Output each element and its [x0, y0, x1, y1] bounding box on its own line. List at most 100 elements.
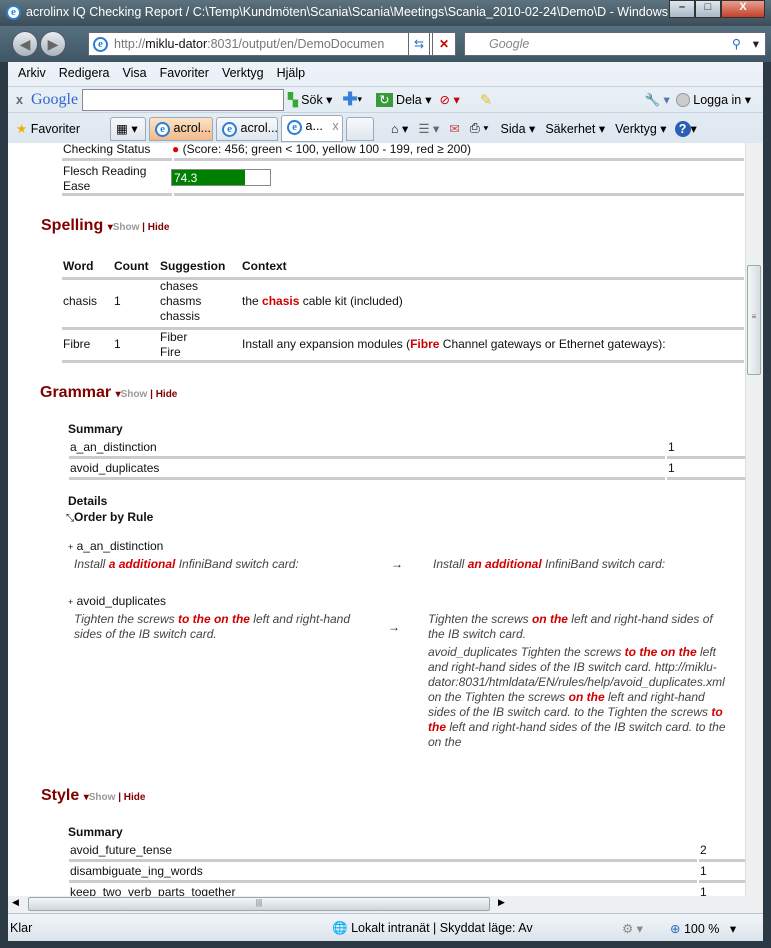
sort-icon: ⤡ — [66, 513, 74, 524]
show-link[interactable]: Show — [121, 389, 148, 400]
search-icon[interactable]: ⚲ — [732, 36, 741, 51]
home-icon[interactable]: ⌂ ▾ — [391, 121, 408, 136]
quick-tabs-button[interactable]: ▦ ▾ — [110, 116, 147, 141]
zone-indicator[interactable]: 🌐 Lokalt intranät | Skyddat läge: Av — [332, 921, 533, 936]
divider — [699, 859, 745, 862]
rule-a-an-distinction[interactable]: + a_an_distinction — [68, 539, 163, 553]
summary-rule[interactable]: avoid_future_tense — [70, 843, 172, 857]
text-segment: Tighten the screws — [74, 612, 178, 626]
summary-rule[interactable]: disambiguate_ing_words — [70, 864, 203, 878]
divider — [667, 477, 745, 480]
show-link[interactable]: Show — [113, 222, 140, 233]
share-label: Dela — [396, 93, 422, 107]
minimize-button[interactable]: – — [669, 0, 695, 18]
url-prefix: http:// — [114, 37, 146, 51]
highlighter-icon[interactable]: ✎ — [480, 91, 493, 109]
hide-link[interactable]: Hide — [148, 222, 170, 233]
hide-link[interactable]: Hide — [156, 389, 178, 400]
forward-button[interactable]: ▶ — [40, 31, 66, 57]
address-bar[interactable]: e http://miklu-dator:8031/output/en/Demo… — [88, 32, 456, 56]
menu-sida[interactable]: Sida ▾ — [501, 121, 536, 136]
rule-avoid-duplicates[interactable]: + avoid_duplicates — [68, 594, 166, 608]
favorites-button[interactable]: ★ Favoriter — [16, 121, 80, 136]
hide-link[interactable]: Hide — [124, 792, 146, 803]
stop-icon[interactable]: ✕ — [432, 32, 456, 56]
col-count: Count — [114, 259, 149, 273]
original-sentence: Tighten the screws to the on the left an… — [74, 612, 364, 642]
back-button[interactable]: ◀ — [12, 31, 38, 57]
page-icon: e — [93, 36, 108, 52]
horizontal-scrollbar[interactable]: ◀ ||| ▶ — [8, 896, 763, 913]
divider — [62, 193, 172, 196]
protected-mode-icon[interactable]: ⚙ ▾ — [622, 921, 643, 936]
divider — [69, 456, 665, 459]
tab-3-active[interactable]: e a... x — [281, 115, 344, 142]
summary-rule[interactable]: a_an_distinction — [70, 440, 157, 454]
feeds-icon[interactable]: ☰ ▾ — [418, 121, 439, 136]
menu-favoriter[interactable]: Favoriter — [160, 66, 209, 84]
help-icon[interactable]: ? — [674, 120, 691, 137]
order-by-rule-link[interactable]: ⤡Order by Rule — [66, 510, 153, 524]
menu-sakerhet[interactable]: Säkerhet ▾ — [545, 121, 605, 136]
order-label: Order by Rule — [74, 510, 154, 524]
tab-1[interactable]: e acrol... — [149, 116, 214, 141]
arrow-icon: → — [388, 620, 400, 634]
text-segment: the — [242, 294, 263, 308]
menu-verktyg[interactable]: Verktyg — [222, 66, 264, 84]
menu-verktyg-tools[interactable]: Verktyg ▾ — [615, 121, 666, 136]
menu-hjalp[interactable]: Hjälp — [277, 66, 306, 84]
user-icon — [675, 93, 690, 108]
summary-count: 1 — [700, 885, 707, 896]
rule-name: avoid_duplicates — [76, 594, 167, 608]
search-input[interactable]: Google ⚲ ▾ — [464, 32, 766, 56]
plus-icon[interactable]: ✚ — [342, 89, 357, 110]
show-link[interactable]: Show — [89, 792, 116, 803]
toggle-controls: ▾Show | Hide — [107, 222, 170, 233]
refresh-icon[interactable]: ⇆ — [408, 32, 430, 56]
summary-count: 2 — [700, 843, 707, 857]
wrench-icon[interactable]: 🔧 ▾ — [644, 92, 669, 108]
scroll-right-icon[interactable]: ▶ — [498, 897, 505, 908]
vertical-scrollbar[interactable]: ≡ — [745, 143, 763, 896]
menu-visa[interactable]: Visa — [123, 66, 147, 84]
highlighted-text: chasis — [262, 294, 300, 308]
share-button[interactable]: ↻ Dela ▾ — [376, 92, 432, 107]
summary-count: 1 — [700, 864, 707, 878]
menu-arkiv[interactable]: Arkiv — [18, 66, 46, 84]
highlighted-text: Fibre — [410, 337, 440, 351]
search-dropdown-icon[interactable]: ▾ — [753, 36, 759, 51]
summary-count: 1 — [668, 440, 675, 454]
toggle-controls: ▾Show | Hide — [83, 792, 146, 803]
suggested-sentence: Tighten the screws on the left and right… — [428, 612, 728, 642]
google-search-input[interactable] — [82, 88, 285, 111]
checking-status-value: ● (Score: 456; green < 100, yellow 100 -… — [172, 143, 471, 156]
style-heading: Style ▾Show | Hide — [41, 787, 145, 805]
status-dot-icon: ● — [172, 143, 180, 156]
summary-rule[interactable]: keep_two_verb_parts_together — [70, 885, 235, 896]
ie-icon: e — [155, 121, 171, 137]
new-tab-button[interactable] — [346, 116, 375, 141]
google-search-button[interactable]: ▚ Sök ▾ — [288, 92, 332, 107]
maximize-button[interactable]: □ — [695, 0, 721, 18]
horizontal-scroll-thumb[interactable]: ||| — [28, 897, 490, 911]
flesch-bar: 74.3 — [171, 169, 271, 186]
text-segment: Channel gateways or Ethernet gateways): — [439, 337, 666, 351]
login-button[interactable]: Logga in ▾ — [675, 92, 751, 108]
vertical-scroll-thumb[interactable]: ≡ — [747, 265, 761, 375]
mail-icon[interactable]: ✉ — [449, 121, 459, 136]
url-host: miklu-dator — [145, 37, 208, 51]
scroll-left-icon[interactable]: ◀ — [12, 897, 19, 908]
print-icon[interactable]: ⎙ ▾ — [470, 121, 489, 136]
tab-label: acrol... — [173, 120, 212, 135]
menu-redigera[interactable]: Redigera — [59, 66, 110, 84]
tab-close-button[interactable]: x — [332, 119, 338, 133]
text-segment: InfiniBand switch card: — [175, 557, 299, 571]
summary-rule[interactable]: avoid_duplicates — [70, 461, 159, 475]
close-window-button[interactable]: X — [721, 0, 765, 18]
suggestion-list: chases chasms chassis — [160, 279, 201, 324]
close-toolbar-button[interactable]: x — [16, 93, 23, 107]
tab-2[interactable]: e acrol... — [216, 116, 279, 141]
popup-blocker-icon[interactable]: ⊘ ▾ — [440, 92, 460, 107]
zoom-control[interactable]: ⊕ 100 % ▾ — [670, 921, 736, 936]
bullet-icon: + — [68, 542, 74, 552]
